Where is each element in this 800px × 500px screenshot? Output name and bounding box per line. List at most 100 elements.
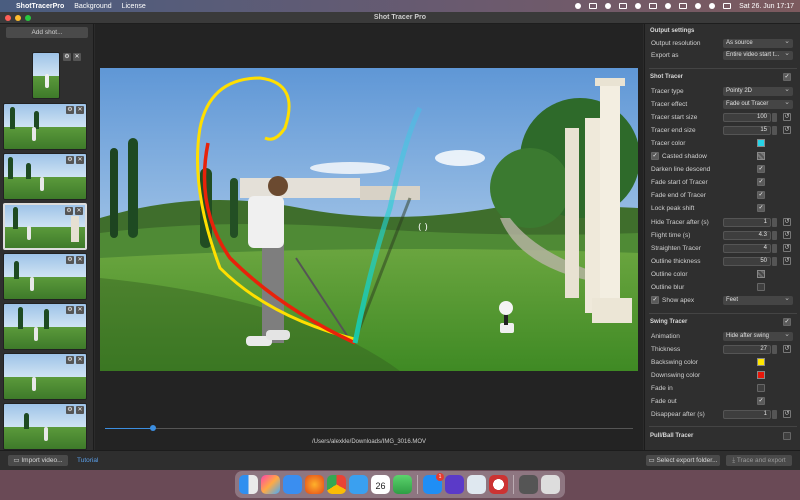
- gear-icon[interactable]: ⚙: [66, 156, 74, 164]
- close-window-icon[interactable]: [5, 15, 11, 21]
- shot-thumbnail[interactable]: ⚙ ✕: [3, 153, 87, 200]
- backswing-color-swatch[interactable]: [757, 358, 765, 366]
- shot-thumbnail[interactable]: ⚙ ✕: [3, 403, 87, 450]
- timeline-scrubber[interactable]: [105, 425, 633, 431]
- tracer-start-size-input[interactable]: 100: [723, 112, 771, 122]
- trash-icon[interactable]: [541, 475, 560, 494]
- tutorial-link[interactable]: Tutorial: [77, 457, 98, 464]
- show-apex-checkbox[interactable]: ✓: [651, 296, 659, 304]
- star-app-icon[interactable]: [445, 475, 464, 494]
- gear-icon[interactable]: ⚙: [65, 207, 73, 215]
- shot-tracer-icon[interactable]: [489, 475, 508, 494]
- outline-thickness-input[interactable]: 50: [723, 256, 771, 266]
- swing-tracer-enabled-checkbox[interactable]: ✓: [783, 318, 791, 326]
- stepper-icon[interactable]: [772, 256, 777, 266]
- select-export-folder-button[interactable]: ▭ Select export folder...: [646, 455, 720, 466]
- flight-time-input[interactable]: 4.3: [723, 230, 771, 240]
- casted-shadow-checkbox[interactable]: ✓: [651, 152, 659, 160]
- thickness-input[interactable]: 27: [723, 344, 771, 354]
- menu-item-background[interactable]: Background: [74, 3, 111, 10]
- shot-thumbnail-selected[interactable]: ⚙ ✕: [3, 203, 87, 250]
- add-shot-button[interactable]: Add shot...: [6, 27, 88, 38]
- fade-out-checkbox[interactable]: ✓: [757, 397, 765, 405]
- bluetooth-icon[interactable]: [665, 3, 672, 9]
- show-apex-select[interactable]: Feet: [723, 294, 793, 305]
- tracer-color-swatch[interactable]: [757, 139, 765, 147]
- video-frame[interactable]: ( ): [100, 68, 638, 371]
- firefox-icon[interactable]: [305, 475, 324, 494]
- zoom-window-icon[interactable]: [25, 15, 31, 21]
- reset-icon[interactable]: ↺: [783, 257, 791, 265]
- stepper-icon[interactable]: [772, 125, 777, 135]
- cloud-icon[interactable]: [575, 3, 582, 9]
- shot-tracer-enabled-checkbox[interactable]: ✓: [783, 73, 791, 81]
- darken-line-checkbox[interactable]: ✓: [757, 165, 765, 173]
- outline-color-swatch[interactable]: [757, 270, 765, 278]
- stepper-icon[interactable]: [772, 112, 777, 122]
- close-icon[interactable]: ✕: [76, 356, 84, 364]
- close-icon[interactable]: ✕: [76, 306, 84, 314]
- shot-thumbnail[interactable]: [32, 52, 60, 99]
- shot-thumbnail[interactable]: ⚙ ✕: [3, 303, 87, 350]
- search-icon[interactable]: [709, 3, 716, 9]
- downswing-color-swatch[interactable]: [757, 371, 765, 379]
- reset-icon[interactable]: ↺: [783, 345, 791, 353]
- reset-icon[interactable]: ↺: [783, 126, 791, 134]
- close-icon[interactable]: ✕: [76, 106, 84, 114]
- tracer-effect-select[interactable]: Fade out Tracer: [723, 98, 793, 109]
- gear-icon[interactable]: ⚙: [63, 53, 71, 61]
- outline-blur-checkbox[interactable]: [757, 283, 765, 291]
- straighten-input[interactable]: 4: [723, 243, 771, 253]
- close-icon[interactable]: ✕: [75, 207, 83, 215]
- stepper-icon[interactable]: [772, 409, 777, 419]
- mail-icon[interactable]: [349, 475, 368, 494]
- reset-icon[interactable]: ↺: [783, 231, 791, 239]
- reset-icon[interactable]: ↺: [783, 244, 791, 252]
- chrome-icon[interactable]: [327, 475, 346, 494]
- stepper-icon[interactable]: [772, 243, 777, 253]
- fade-end-checkbox[interactable]: ✓: [757, 191, 765, 199]
- trace-and-export-button[interactable]: ⤓ Trace and export: [726, 455, 792, 466]
- battery-icon[interactable]: [679, 3, 688, 9]
- close-icon[interactable]: ✕: [76, 256, 84, 264]
- close-icon[interactable]: ✕: [76, 406, 84, 414]
- launchpad-icon[interactable]: [261, 475, 280, 494]
- close-icon[interactable]: ✕: [73, 53, 81, 61]
- output-resolution-select[interactable]: As source: [723, 37, 793, 48]
- sound-icon[interactable]: [635, 3, 642, 9]
- pull-ball-tracer-checkbox[interactable]: [783, 432, 791, 440]
- stepper-icon[interactable]: [772, 344, 777, 354]
- timeline-playhead[interactable]: [149, 425, 156, 431]
- stepper-icon[interactable]: [772, 217, 777, 227]
- gear-icon[interactable]: ⚙: [66, 106, 74, 114]
- reset-icon[interactable]: ↺: [783, 410, 791, 418]
- calendar-icon[interactable]: 26: [371, 475, 390, 494]
- minimize-window-icon[interactable]: [15, 15, 21, 21]
- film-icon[interactable]: [519, 475, 538, 494]
- hide-tracer-input[interactable]: 1: [723, 217, 771, 227]
- display-icon[interactable]: [589, 3, 598, 9]
- tracer-end-size-input[interactable]: 15: [723, 125, 771, 135]
- import-video-button[interactable]: ▭ Import video...: [8, 455, 68, 466]
- animation-select[interactable]: Hide after swing: [723, 330, 793, 341]
- numbers-icon[interactable]: [393, 475, 412, 494]
- shadow-color-swatch[interactable]: [757, 152, 765, 160]
- wifi-icon[interactable]: [695, 3, 702, 9]
- export-as-select[interactable]: Entire video start t...: [723, 49, 793, 60]
- close-icon[interactable]: ✕: [76, 156, 84, 164]
- record-icon[interactable]: [605, 3, 612, 9]
- shot-thumbnail[interactable]: ⚙ ✕: [3, 353, 87, 400]
- gear-icon[interactable]: ⚙: [66, 306, 74, 314]
- menu-app-name[interactable]: ShotTracerPro: [16, 3, 64, 10]
- shot-thumbnail[interactable]: ⚙ ✕: [3, 103, 87, 150]
- stepper-icon[interactable]: [772, 230, 777, 240]
- window-icon[interactable]: [619, 3, 628, 9]
- reset-icon[interactable]: ↺: [783, 113, 791, 121]
- app-store-icon[interactable]: 1: [423, 473, 444, 494]
- gear-icon[interactable]: ⚙: [66, 256, 74, 264]
- gear-icon[interactable]: ⚙: [66, 406, 74, 414]
- reset-icon[interactable]: ↺: [783, 218, 791, 226]
- gear-icon[interactable]: ⚙: [66, 356, 74, 364]
- lock-peak-checkbox[interactable]: ✓: [757, 204, 765, 212]
- menu-clock[interactable]: Sat 26. Jun 17:17: [739, 3, 794, 10]
